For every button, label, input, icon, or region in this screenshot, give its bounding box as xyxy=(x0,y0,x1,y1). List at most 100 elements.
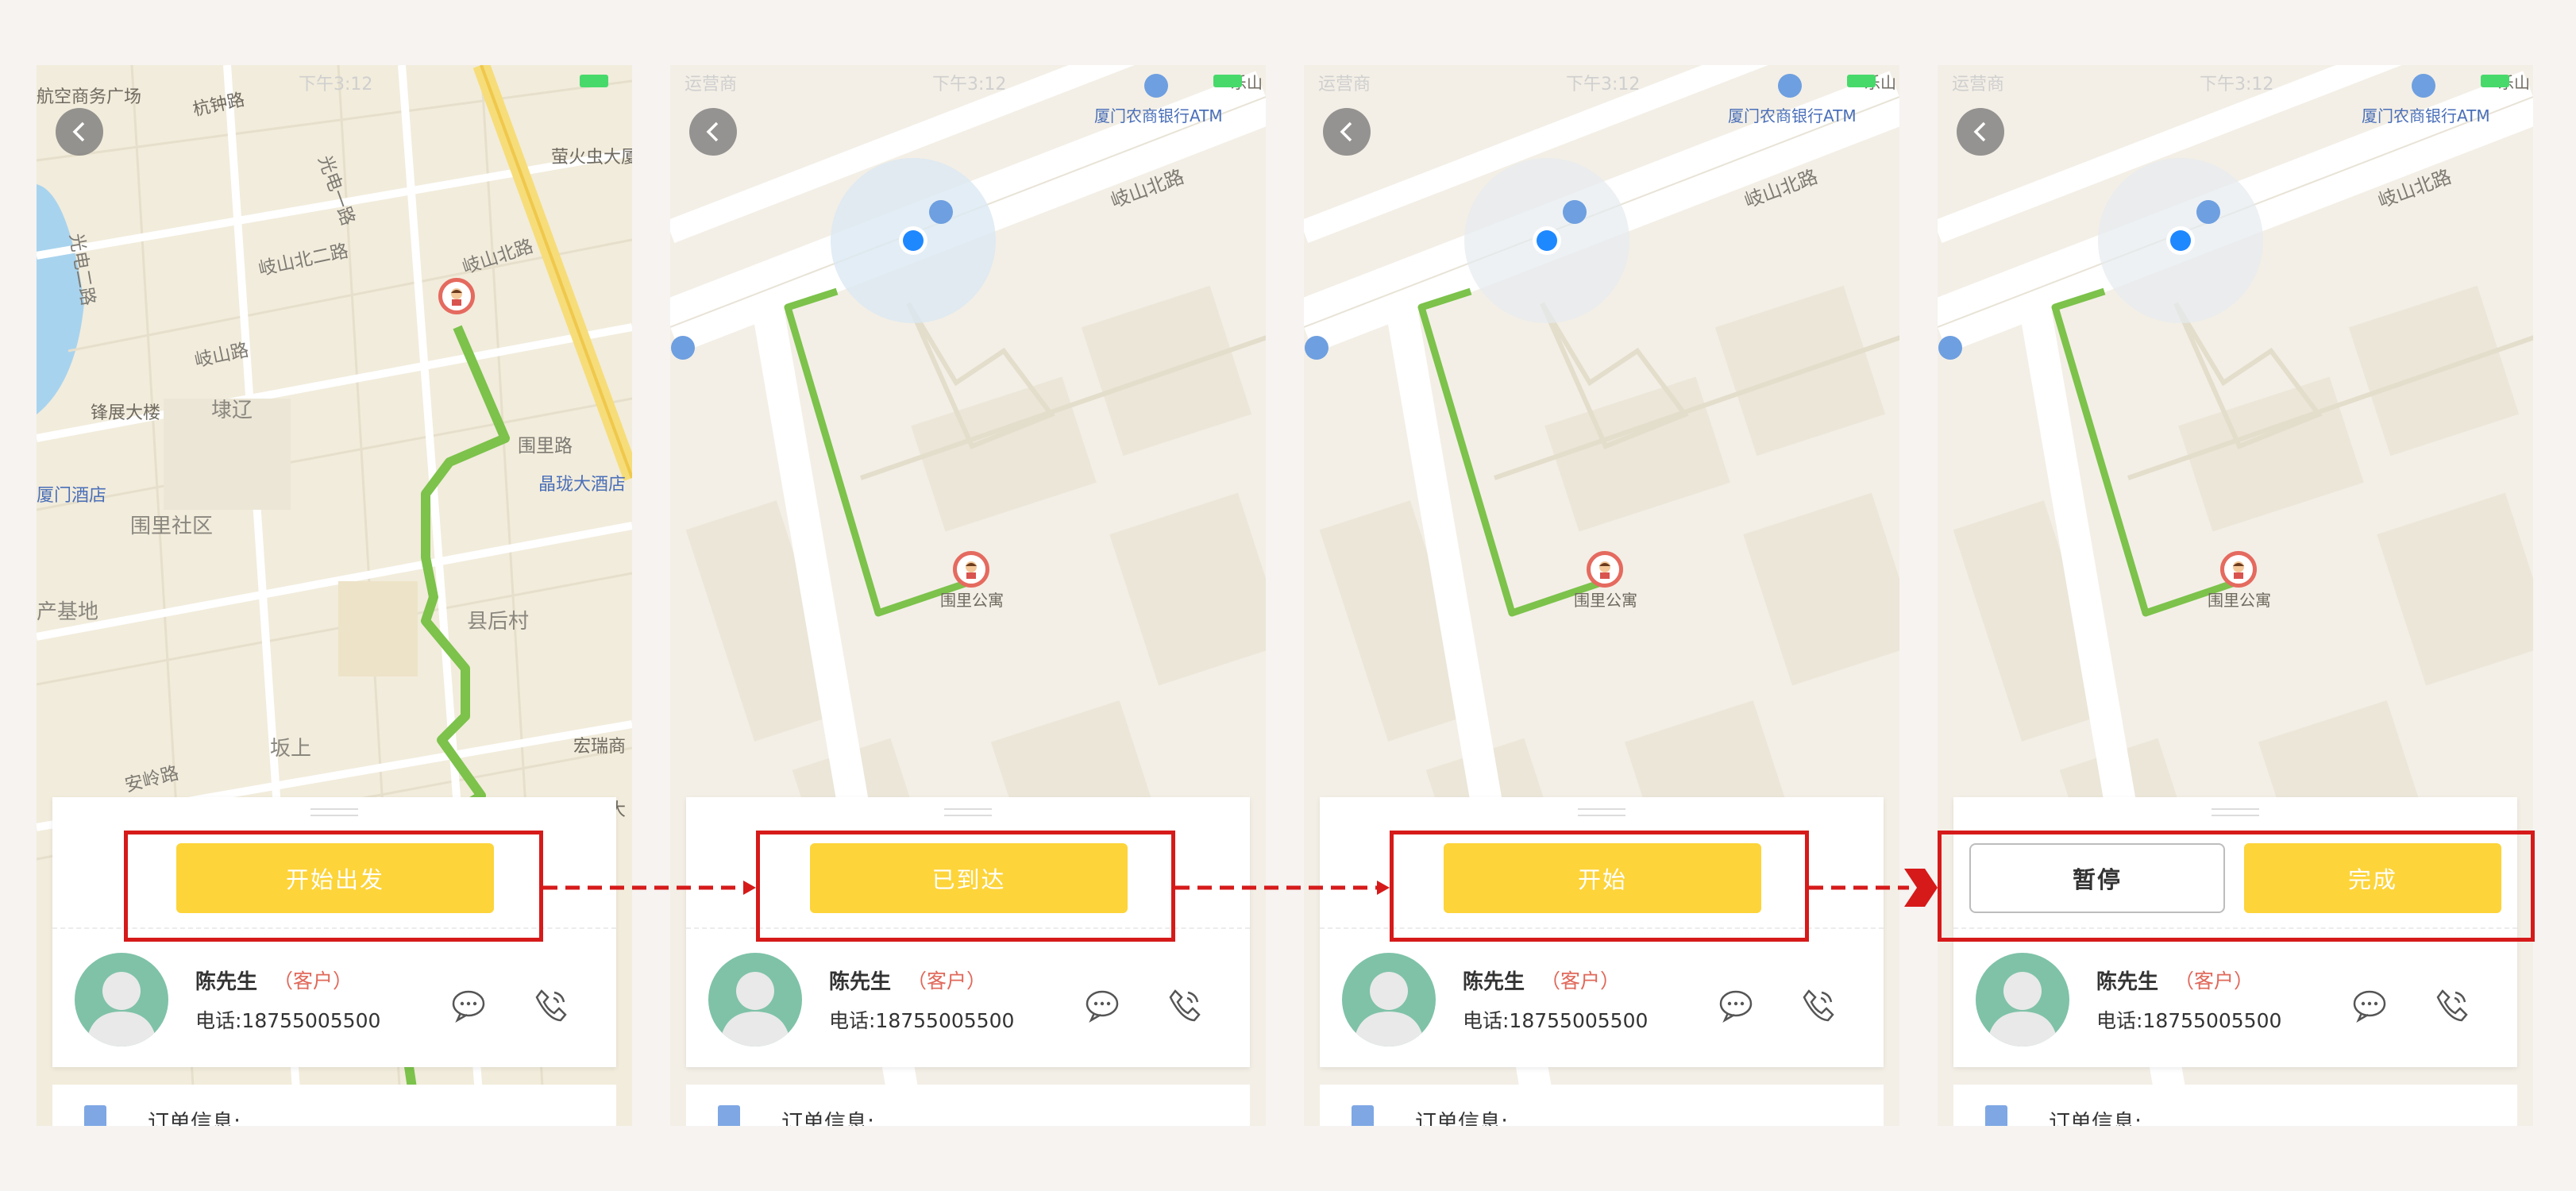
status-bar: 运营商 下午3:12 xyxy=(37,65,632,97)
back-button[interactable] xyxy=(56,108,103,156)
trip-sheet: 开始 陈先生 （客户） 电话:18755005500 xyxy=(1320,797,1884,1067)
time-label: 下午3:12 xyxy=(2200,75,2274,94)
customer-pin-icon[interactable] xyxy=(2220,551,2257,588)
map-label: 坂上 xyxy=(270,737,312,761)
customer-name: 陈先生 xyxy=(829,970,892,994)
message-icon[interactable] xyxy=(449,986,488,1024)
user-avatar-icon xyxy=(86,972,157,1046)
customer-name: 陈先生 xyxy=(2096,970,2159,994)
order-info-title: 订单信息: xyxy=(781,1111,875,1126)
order-info-title: 订单信息: xyxy=(1415,1111,1509,1126)
back-arrow-icon xyxy=(72,121,85,142)
map-label: 厦门农商银行ATM xyxy=(1728,106,1857,125)
phone-icon[interactable] xyxy=(2433,986,2471,1024)
customer-phone: 电话:18755005500 xyxy=(2096,1009,2282,1032)
arrived-button[interactable]: 已到达 xyxy=(810,843,1128,913)
battery-icon xyxy=(1213,75,1242,87)
destination-label: 围里公寓 xyxy=(1574,591,1637,610)
back-arrow-icon xyxy=(1973,121,1986,142)
start-service-button[interactable]: 开始 xyxy=(1444,843,1761,913)
start-departure-button[interactable]: 开始出发 xyxy=(176,843,494,913)
map-label: 围里社区 xyxy=(130,515,214,538)
status-bar: 运营商 下午3:12 xyxy=(1938,65,2533,97)
avatar xyxy=(708,953,802,1046)
avatar xyxy=(75,953,168,1046)
phone-screen-arrived: 厦门农商银行ATM 岐山北路 乐山 围里公寓 运营商 下午3:12 已到达 陈先… xyxy=(670,65,1266,1126)
customer-phone: 电话:18755005500 xyxy=(829,1009,1015,1032)
map-label: 埭辽 xyxy=(211,399,253,422)
time-label: 下午3:12 xyxy=(1566,75,1641,94)
message-icon[interactable] xyxy=(2350,986,2389,1024)
time-label: 下午3:12 xyxy=(932,75,1007,94)
map-label: 萤火虫大厦 xyxy=(551,148,632,168)
destination-label: 围里公寓 xyxy=(2208,591,2271,610)
document-icon xyxy=(718,1105,740,1126)
phone-icon[interactable] xyxy=(1166,986,1204,1024)
avatar xyxy=(1976,953,2069,1046)
user-avatar-icon xyxy=(1353,972,1425,1046)
divider xyxy=(686,927,1250,929)
pause-button[interactable]: 暂停 xyxy=(1969,843,2225,913)
status-bar: 运营商 下午3:12 xyxy=(1304,65,1899,97)
phone-icon[interactable] xyxy=(1799,986,1838,1024)
order-info-card[interactable]: 订单信息: xyxy=(52,1085,616,1126)
map-label: 围里路 xyxy=(518,436,573,457)
order-info-card[interactable]: 订单信息: xyxy=(1320,1085,1884,1126)
message-icon[interactable] xyxy=(1717,986,1755,1024)
back-button[interactable] xyxy=(689,108,737,156)
carrier-label: 运营商 xyxy=(684,75,738,94)
customer-pin-icon[interactable] xyxy=(438,278,475,314)
chevron-right-icon xyxy=(1904,869,1938,907)
avatar xyxy=(1342,953,1436,1046)
phone-screen-begin: 厦门农商银行ATM 岐山北路 乐山 围里公寓 运营商 下午3:12 开始 陈先生… xyxy=(1304,65,1899,1126)
drag-handle[interactable] xyxy=(944,808,992,816)
map-label: 厦门农商银行ATM xyxy=(1094,106,1223,125)
carrier-label: 运营商 xyxy=(1952,75,2005,94)
status-bar: 运营商 下午3:12 xyxy=(670,65,1266,97)
document-icon xyxy=(84,1105,106,1126)
drag-handle[interactable] xyxy=(2212,808,2259,816)
customer-pin-icon[interactable] xyxy=(1587,551,1623,588)
battery-icon xyxy=(2481,75,2509,87)
order-info-card[interactable]: 订单信息: xyxy=(1953,1085,2517,1126)
battery-icon xyxy=(1847,75,1876,87)
document-icon xyxy=(1985,1105,2007,1126)
order-info-card[interactable]: 订单信息: xyxy=(686,1085,1250,1126)
drag-handle[interactable] xyxy=(310,808,358,816)
map-label: 产基地 xyxy=(37,600,99,624)
back-button[interactable] xyxy=(1957,108,2004,156)
map-label: 厦门酒店 xyxy=(37,486,107,506)
customer-tag: （客户） xyxy=(1541,969,1621,992)
map-label: 县后村 xyxy=(467,610,530,634)
back-button[interactable] xyxy=(1323,108,1371,156)
map-label: 宏瑞商 xyxy=(573,737,627,757)
carrier-label: 运营商 xyxy=(1318,75,1371,94)
document-icon xyxy=(1352,1105,1374,1126)
battery-icon xyxy=(580,75,608,87)
trip-sheet: 暂停 完成 陈先生 （客户） 电话:18755005500 xyxy=(1953,797,2517,1067)
customer-pin-icon[interactable] xyxy=(953,551,989,588)
drag-handle[interactable] xyxy=(1578,808,1625,816)
map-label: 厦门农商银行ATM xyxy=(2362,106,2490,125)
complete-button[interactable]: 完成 xyxy=(2244,843,2501,913)
message-icon[interactable] xyxy=(1083,986,1121,1024)
customer-phone: 电话:18755005500 xyxy=(1463,1009,1649,1032)
divider xyxy=(1320,927,1884,929)
customer-name: 陈先生 xyxy=(1463,970,1525,994)
user-avatar-icon xyxy=(719,972,791,1046)
order-info-title: 订单信息: xyxy=(2049,1111,2142,1126)
time-label: 下午3:12 xyxy=(299,75,373,94)
divider xyxy=(52,927,616,929)
back-arrow-icon xyxy=(1340,121,1352,142)
trip-sheet: 开始出发 陈先生 （客户） 电话:18755005500 xyxy=(52,797,616,1067)
back-arrow-icon xyxy=(706,121,719,142)
map-label: 晶珑大酒店 xyxy=(538,475,627,495)
customer-tag: （客户） xyxy=(2174,969,2254,992)
phone-screen-in-service: 厦门农商银行ATM 岐山北路 乐山 围里公寓 运营商 下午3:12 暂停 完成 … xyxy=(1938,65,2533,1126)
order-info-title: 订单信息: xyxy=(148,1111,241,1126)
customer-tag: （客户） xyxy=(273,969,353,992)
divider xyxy=(1953,927,2517,929)
phone-icon[interactable] xyxy=(532,986,570,1024)
customer-tag: （客户） xyxy=(907,969,987,992)
user-avatar-icon xyxy=(1987,972,2058,1046)
